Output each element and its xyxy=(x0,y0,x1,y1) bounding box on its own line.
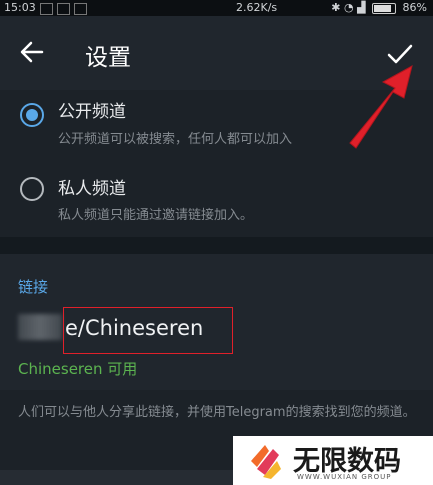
bottom-strip xyxy=(0,470,233,485)
option-title: 私人频道 xyxy=(58,179,126,199)
option-title: 公开频道 xyxy=(58,102,126,122)
back-arrow-icon[interactable] xyxy=(18,38,46,66)
notification-icon xyxy=(57,3,70,15)
section-divider xyxy=(0,237,433,254)
notification-icon xyxy=(40,3,53,15)
checkmark-icon[interactable] xyxy=(384,38,416,70)
notification-icon xyxy=(74,3,87,15)
watermark-subtext: WWW.WUXIAN GROUP xyxy=(297,473,392,481)
option-description: 公开频道可以被搜索，任何人都可以加入 xyxy=(58,132,293,147)
app-bar: 设置 xyxy=(0,16,433,90)
battery-percent: 86% xyxy=(402,1,427,14)
wifi-icon: ◔ xyxy=(343,1,354,14)
status-time: 15:03 xyxy=(4,1,36,14)
highlight-box xyxy=(63,307,233,354)
bluetooth-icon: ✱ xyxy=(331,1,341,14)
info-text: 人们可以与他人分享此链接，并使用Telegram的搜索找到您的频道。 xyxy=(18,405,416,420)
section-title-link: 链接 xyxy=(18,278,49,296)
option-description: 私人频道只能通过邀请链接加入。 xyxy=(58,208,254,223)
option-private-channel[interactable]: 私人频道 私人频道只能通过邀请链接加入。 xyxy=(0,165,433,235)
link-section: 链接 e/Chineseren Chineseren 可用 xyxy=(0,254,433,390)
signal-icon: ▟ xyxy=(357,1,366,14)
radio-button-private[interactable] xyxy=(20,177,44,201)
radio-button-public[interactable] xyxy=(20,103,44,127)
blurred-link-prefix xyxy=(18,314,62,340)
network-speed: 2.62K/s xyxy=(236,1,278,14)
battery-icon xyxy=(372,2,397,14)
status-bar: 15:03 2.62K/s ✱ ◔ ▟ 86% xyxy=(0,0,433,16)
status-right: ✱ ◔ ▟ 86% xyxy=(331,1,427,14)
watermark-logo-icon xyxy=(251,445,281,479)
page-title: 设置 xyxy=(85,45,131,71)
availability-status: Chineseren 可用 xyxy=(18,360,138,378)
watermark: 无限数码 WWW.WUXIAN GROUP xyxy=(233,436,433,485)
option-public-channel[interactable]: 公开频道 公开频道可以被搜索，任何人都可以加入 xyxy=(0,90,433,160)
notification-icons xyxy=(40,3,91,16)
